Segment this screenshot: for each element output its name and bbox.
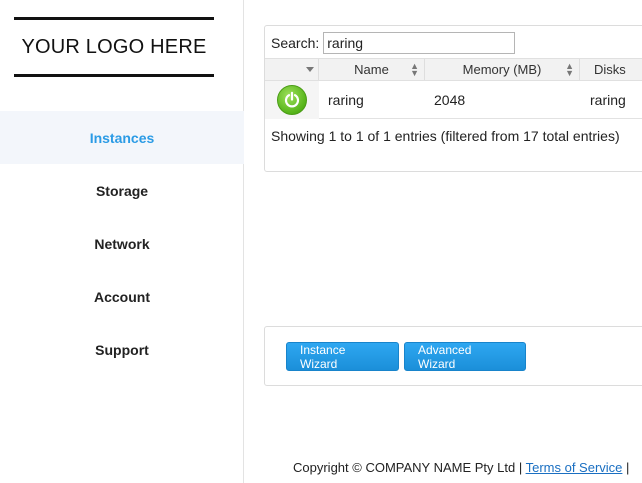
table-info: Showing 1 to 1 of 1 entries (filtered fr…	[271, 128, 620, 144]
column-header-name[interactable]: Name ▲ ▼	[319, 59, 425, 80]
footer: Copyright © COMPANY NAME Pty Ltd | Terms…	[293, 460, 629, 475]
sidebar-item-account[interactable]: Account	[0, 270, 244, 323]
table-cell-status	[265, 80, 319, 119]
caret-down-icon[interactable]	[306, 67, 314, 72]
table-cell-memory: 2048	[434, 91, 466, 108]
column-header-memory[interactable]: Memory (MB) ▲ ▼	[425, 59, 580, 80]
column-header-label: Memory (MB)	[462, 62, 542, 77]
footer-separator: |	[622, 460, 630, 475]
page: YOUR LOGO HERE Instances Storage Network…	[0, 0, 642, 483]
table-row: raring 2048 raring	[265, 80, 642, 119]
sidebar-item-storage[interactable]: Storage	[0, 164, 244, 217]
footer-copyright: Copyright © COMPANY NAME Pty Ltd |	[293, 460, 526, 475]
sidebar-nav: Instances Storage Network Account Suppor…	[0, 111, 244, 376]
sidebar-item-support[interactable]: Support	[0, 323, 244, 376]
advanced-wizard-button[interactable]: Advanced Wizard	[404, 342, 526, 371]
search-input[interactable]	[323, 32, 516, 54]
logo: YOUR LOGO HERE	[14, 17, 214, 77]
sort-icon: ▲ ▼	[410, 61, 419, 78]
column-header-label: Name	[354, 62, 389, 77]
instances-table: Name ▲ ▼ Memory (MB) ▲ ▼ Disks raring 20…	[265, 58, 642, 119]
sort-icon: ▲ ▼	[565, 61, 574, 78]
table-header: Name ▲ ▼ Memory (MB) ▲ ▼ Disks	[265, 58, 642, 81]
sidebar-item-instances[interactable]: Instances	[0, 111, 244, 164]
column-header-disks[interactable]: Disks	[580, 59, 642, 80]
search-row: Search:	[271, 32, 516, 54]
table-cell-name: raring	[328, 91, 364, 108]
wizard-panel: Instance Wizard Advanced Wizard	[264, 326, 642, 386]
logo-text: YOUR LOGO HERE	[21, 35, 207, 58]
column-header-label: Disks	[594, 62, 626, 77]
terms-of-service-link[interactable]: Terms of Service	[526, 460, 623, 475]
search-label: Search:	[271, 35, 320, 51]
column-header-actions[interactable]	[265, 59, 319, 80]
sidebar-item-network[interactable]: Network	[0, 217, 244, 270]
power-icon[interactable]	[277, 84, 307, 115]
sidebar: YOUR LOGO HERE Instances Storage Network…	[0, 0, 244, 483]
instances-panel: Search: Name ▲▼ Memory (MB) ▲▼ Disks	[264, 25, 642, 172]
instance-wizard-button[interactable]: Instance Wizard	[286, 342, 399, 371]
table-cell-disks: raring	[590, 91, 626, 108]
